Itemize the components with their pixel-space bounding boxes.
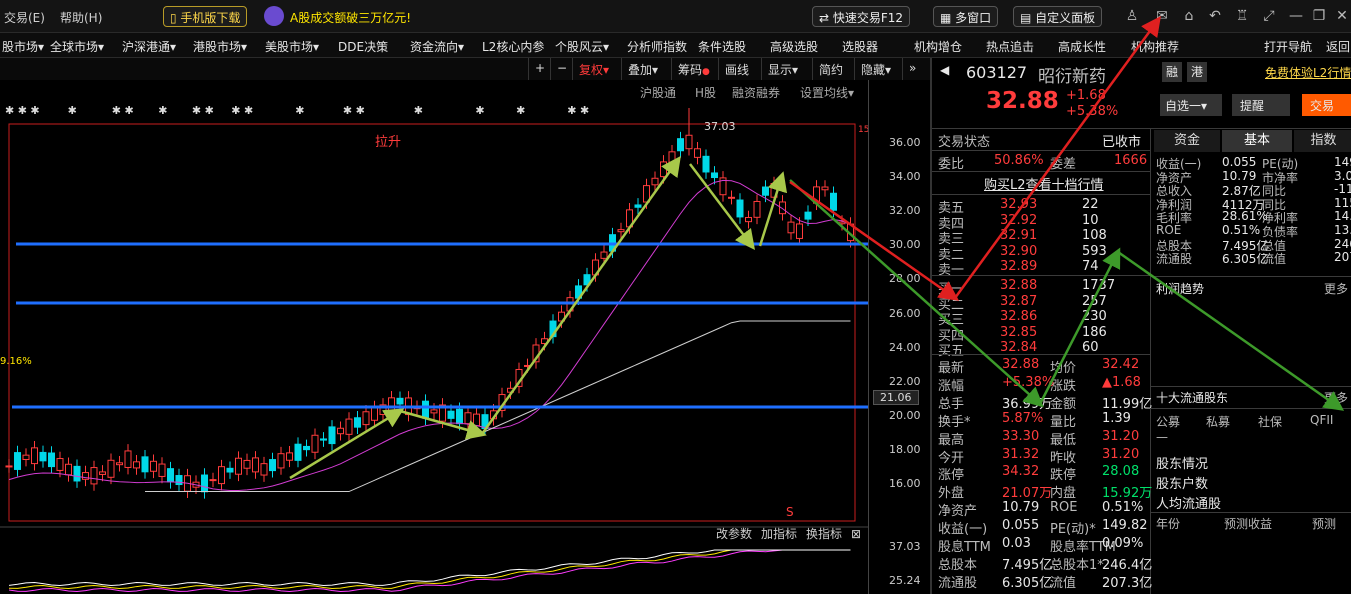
arrow-green-up [1038, 247, 1121, 405]
annotation-arrows [289, 15, 1345, 480]
arrow-green-long [789, 179, 1044, 408]
arrow-green-right [1117, 250, 1345, 411]
arrow-red-up [953, 15, 1161, 299]
arrow-up-1 [289, 408, 405, 480]
arrow-up-3 [758, 171, 788, 247]
arrow-down-2 [689, 163, 756, 250]
arrow-red-down [789, 180, 960, 301]
arrow-up-2 [480, 155, 681, 435]
arrow-down-1 [399, 409, 487, 440]
